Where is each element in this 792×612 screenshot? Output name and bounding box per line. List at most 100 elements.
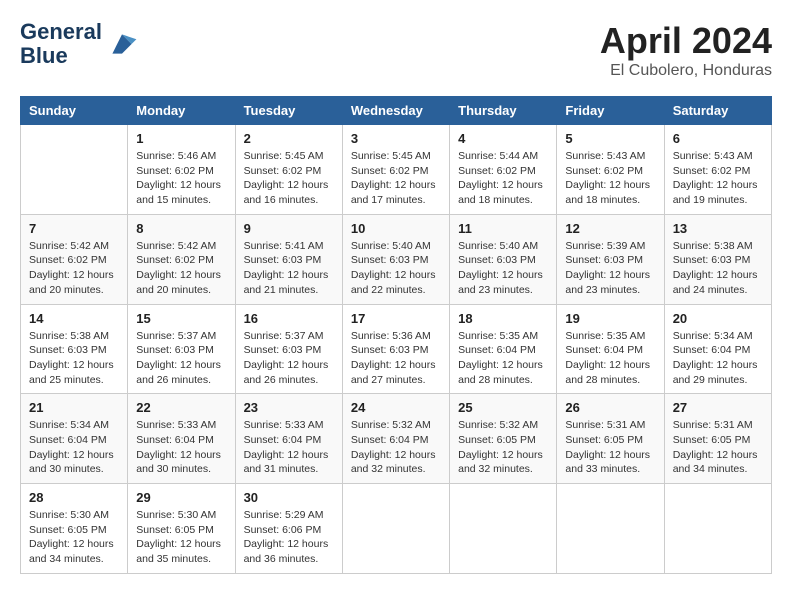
day-info: Sunrise: 5:38 AMSunset: 6:03 PMDaylight:… — [29, 329, 119, 388]
calendar-table: SundayMondayTuesdayWednesdayThursdayFrid… — [20, 96, 772, 574]
column-header-friday: Friday — [557, 97, 664, 125]
calendar-week-row: 7 Sunrise: 5:42 AMSunset: 6:02 PMDaylight… — [21, 214, 772, 304]
column-header-monday: Monday — [128, 97, 235, 125]
day-info: Sunrise: 5:44 AMSunset: 6:02 PMDaylight:… — [458, 149, 548, 208]
day-info: Sunrise: 5:46 AMSunset: 6:02 PMDaylight:… — [136, 149, 226, 208]
day-info: Sunrise: 5:42 AMSunset: 6:02 PMDaylight:… — [136, 239, 226, 298]
day-number: 26 — [565, 400, 655, 415]
day-info: Sunrise: 5:34 AMSunset: 6:04 PMDaylight:… — [673, 329, 763, 388]
day-info: Sunrise: 5:32 AMSunset: 6:04 PMDaylight:… — [351, 418, 441, 477]
day-number: 15 — [136, 311, 226, 326]
day-number: 30 — [244, 490, 334, 505]
day-info: Sunrise: 5:34 AMSunset: 6:04 PMDaylight:… — [29, 418, 119, 477]
calendar-cell: 15 Sunrise: 5:37 AMSunset: 6:03 PMDayligh… — [128, 304, 235, 394]
calendar-cell: 30Sunrise: 5:29 AMSunset: 6:06 PMDayligh… — [235, 484, 342, 574]
calendar-cell: 8 Sunrise: 5:42 AMSunset: 6:02 PMDaylight… — [128, 214, 235, 304]
day-info: Sunrise: 5:40 AMSunset: 6:03 PMDaylight:… — [351, 239, 441, 298]
title-block: April 2024 El Cubolero, Honduras — [600, 20, 772, 80]
calendar-cell: 7Sunrise: 5:42 AMSunset: 6:02 PMDaylight… — [21, 214, 128, 304]
day-number: 6 — [673, 131, 763, 146]
day-info: Sunrise: 5:45 AMSunset: 6:02 PMDaylight:… — [244, 149, 334, 208]
day-info: Sunrise: 5:45 AMSunset: 6:02 PMDaylight:… — [351, 149, 441, 208]
day-info: Sunrise: 5:43 AMSunset: 6:02 PMDaylight:… — [673, 149, 763, 208]
day-info: Sunrise: 5:39 AMSunset: 6:03 PMDaylight:… — [565, 239, 655, 298]
day-info: Sunrise: 5:40 AMSunset: 6:03 PMDaylight:… — [458, 239, 548, 298]
day-number: 7 — [29, 221, 119, 236]
calendar-week-row: 28 Sunrise: 5:30 AMSunset: 6:05 PMDayligh… — [21, 484, 772, 574]
day-info: Sunrise: 5:35 AMSunset: 6:04 PMDaylight:… — [458, 329, 548, 388]
day-info: Sunrise: 5:37 AMSunset: 6:03 PMDaylight:… — [244, 329, 334, 388]
day-info: Sunrise: 5:43 AMSunset: 6:02 PMDaylight:… — [565, 149, 655, 208]
calendar-cell: 27 Sunrise: 5:31 AMSunset: 6:05 PMDayligh… — [664, 394, 771, 484]
column-header-sunday: Sunday — [21, 97, 128, 125]
calendar-cell — [664, 484, 771, 574]
day-info: Sunrise: 5:31 AMSunset: 6:05 PMDaylight:… — [673, 418, 763, 477]
calendar-week-row: 1 Sunrise: 5:46 AMSunset: 6:02 PMDaylight… — [21, 125, 772, 215]
calendar-cell: 1 Sunrise: 5:46 AMSunset: 6:02 PMDaylight… — [128, 125, 235, 215]
column-header-wednesday: Wednesday — [342, 97, 449, 125]
calendar-cell: 28 Sunrise: 5:30 AMSunset: 6:05 PMDayligh… — [21, 484, 128, 574]
day-info: Sunrise: 5:33 AMSunset: 6:04 PMDaylight:… — [136, 418, 226, 477]
day-number: 19 — [565, 311, 655, 326]
calendar-cell: 20 Sunrise: 5:34 AMSunset: 6:04 PMDayligh… — [664, 304, 771, 394]
location-subtitle: El Cubolero, Honduras — [600, 62, 772, 80]
day-info: Sunrise: 5:31 AMSunset: 6:05 PMDaylight:… — [565, 418, 655, 477]
day-number: 5 — [565, 131, 655, 146]
day-number: 22 — [136, 400, 226, 415]
calendar-cell: 12 Sunrise: 5:39 AMSunset: 6:03 PMDayligh… — [557, 214, 664, 304]
day-number: 17 — [351, 311, 441, 326]
day-number: 4 — [458, 131, 548, 146]
calendar-cell: 4 Sunrise: 5:44 AMSunset: 6:02 PMDaylight… — [450, 125, 557, 215]
calendar-cell: 6 Sunrise: 5:43 AMSunset: 6:02 PMDaylight… — [664, 125, 771, 215]
day-info: Sunrise: 5:32 AMSunset: 6:05 PMDaylight:… — [458, 418, 548, 477]
month-title: April 2024 — [600, 20, 772, 62]
calendar-cell — [450, 484, 557, 574]
day-number: 2 — [244, 131, 334, 146]
column-header-thursday: Thursday — [450, 97, 557, 125]
calendar-cell: 9Sunrise: 5:41 AMSunset: 6:03 PMDaylight… — [235, 214, 342, 304]
calendar-cell: 11 Sunrise: 5:40 AMSunset: 6:03 PMDayligh… — [450, 214, 557, 304]
logo-text: GeneralBlue — [20, 20, 102, 68]
page-header: GeneralBlue April 2024 El Cubolero, Hond… — [20, 20, 772, 80]
calendar-cell: 21Sunrise: 5:34 AMSunset: 6:04 PMDayligh… — [21, 394, 128, 484]
day-number: 24 — [351, 400, 441, 415]
calendar-cell: 25 Sunrise: 5:32 AMSunset: 6:05 PMDayligh… — [450, 394, 557, 484]
day-number: 27 — [673, 400, 763, 415]
logo: GeneralBlue — [20, 20, 138, 68]
day-number: 23 — [244, 400, 334, 415]
calendar-cell — [21, 125, 128, 215]
day-number: 8 — [136, 221, 226, 236]
day-number: 14 — [29, 311, 119, 326]
logo-icon — [106, 28, 138, 60]
day-info: Sunrise: 5:33 AMSunset: 6:04 PMDaylight:… — [244, 418, 334, 477]
calendar-cell: 26 Sunrise: 5:31 AMSunset: 6:05 PMDayligh… — [557, 394, 664, 484]
calendar-cell: 22 Sunrise: 5:33 AMSunset: 6:04 PMDayligh… — [128, 394, 235, 484]
calendar-cell: 2 Sunrise: 5:45 AMSunset: 6:02 PMDaylight… — [235, 125, 342, 215]
calendar-week-row: 21Sunrise: 5:34 AMSunset: 6:04 PMDayligh… — [21, 394, 772, 484]
calendar-cell — [342, 484, 449, 574]
day-number: 12 — [565, 221, 655, 236]
day-number: 16 — [244, 311, 334, 326]
calendar-week-row: 14 Sunrise: 5:38 AMSunset: 6:03 PMDayligh… — [21, 304, 772, 394]
day-number: 1 — [136, 131, 226, 146]
calendar-cell: 13 Sunrise: 5:38 AMSunset: 6:03 PMDayligh… — [664, 214, 771, 304]
day-number: 28 — [29, 490, 119, 505]
calendar-cell: 14 Sunrise: 5:38 AMSunset: 6:03 PMDayligh… — [21, 304, 128, 394]
day-number: 11 — [458, 221, 548, 236]
day-number: 13 — [673, 221, 763, 236]
day-info: Sunrise: 5:38 AMSunset: 6:03 PMDaylight:… — [673, 239, 763, 298]
column-header-saturday: Saturday — [664, 97, 771, 125]
day-info: Sunrise: 5:37 AMSunset: 6:03 PMDaylight:… — [136, 329, 226, 388]
day-info: Sunrise: 5:35 AMSunset: 6:04 PMDaylight:… — [565, 329, 655, 388]
day-info: Sunrise: 5:30 AMSunset: 6:05 PMDaylight:… — [29, 508, 119, 567]
day-number: 20 — [673, 311, 763, 326]
day-info: Sunrise: 5:30 AMSunset: 6:05 PMDaylight:… — [136, 508, 226, 567]
calendar-cell: 19 Sunrise: 5:35 AMSunset: 6:04 PMDayligh… — [557, 304, 664, 394]
day-number: 9 — [244, 221, 334, 236]
calendar-cell: 24 Sunrise: 5:32 AMSunset: 6:04 PMDayligh… — [342, 394, 449, 484]
day-number: 29 — [136, 490, 226, 505]
day-number: 25 — [458, 400, 548, 415]
calendar-header-row: SundayMondayTuesdayWednesdayThursdayFrid… — [21, 97, 772, 125]
calendar-cell: 5 Sunrise: 5:43 AMSunset: 6:02 PMDaylight… — [557, 125, 664, 215]
calendar-cell: 18Sunrise: 5:35 AMSunset: 6:04 PMDayligh… — [450, 304, 557, 394]
